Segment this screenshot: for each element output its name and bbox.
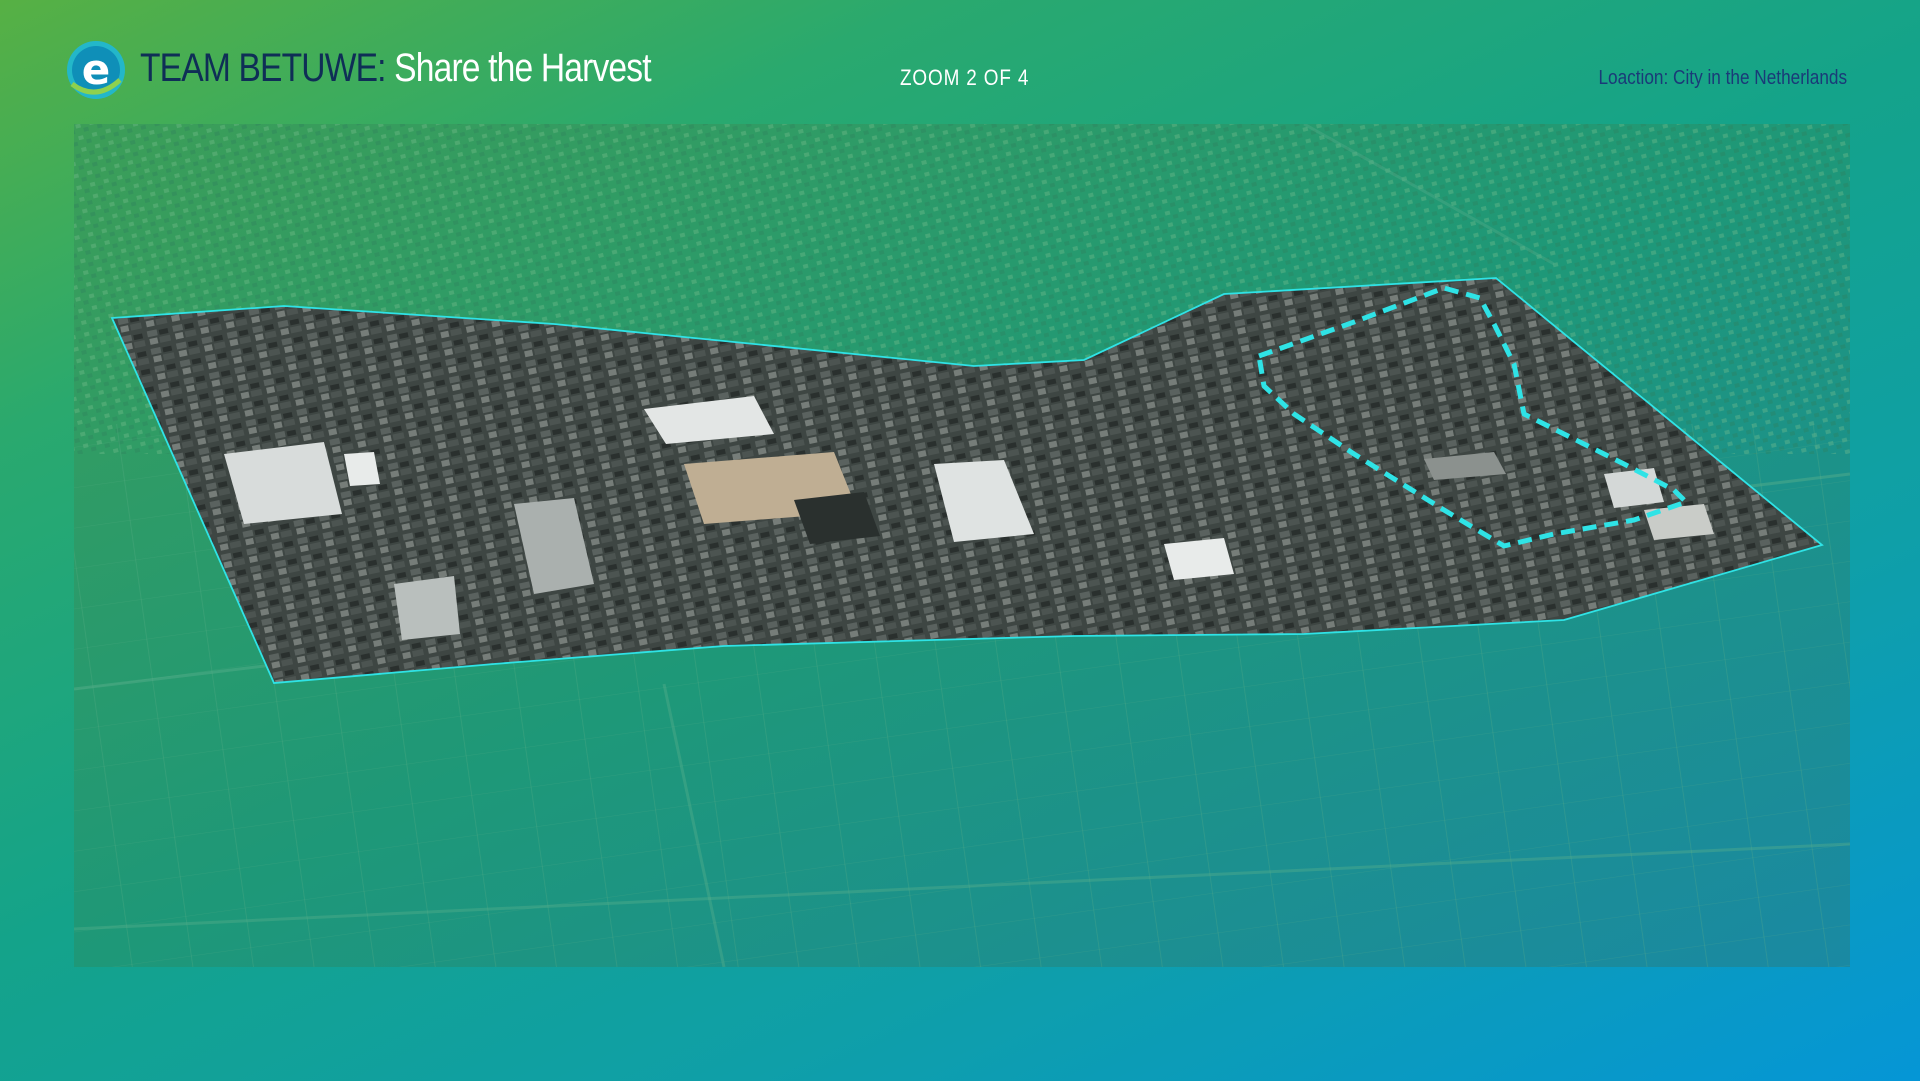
- title-separator: :: [377, 46, 386, 90]
- title-tagline: Share the Harvest: [394, 46, 651, 90]
- location-label: Loaction: City in the Netherlands: [1598, 67, 1847, 89]
- aerial-map-icon: [74, 124, 1850, 967]
- page-title: TEAM BETUWE: Share the Harvest: [140, 44, 652, 92]
- slide-header: e TEAM BETUWE: Share the Harvest ZOOM 2 …: [0, 0, 1920, 120]
- aerial-map: [74, 124, 1850, 967]
- logo-letter: e: [82, 45, 111, 94]
- team-logo-icon: e: [67, 41, 125, 99]
- zoom-indicator: ZOOM 2 OF 4: [900, 65, 1030, 90]
- team-name: TEAM BETUWE: [140, 46, 378, 90]
